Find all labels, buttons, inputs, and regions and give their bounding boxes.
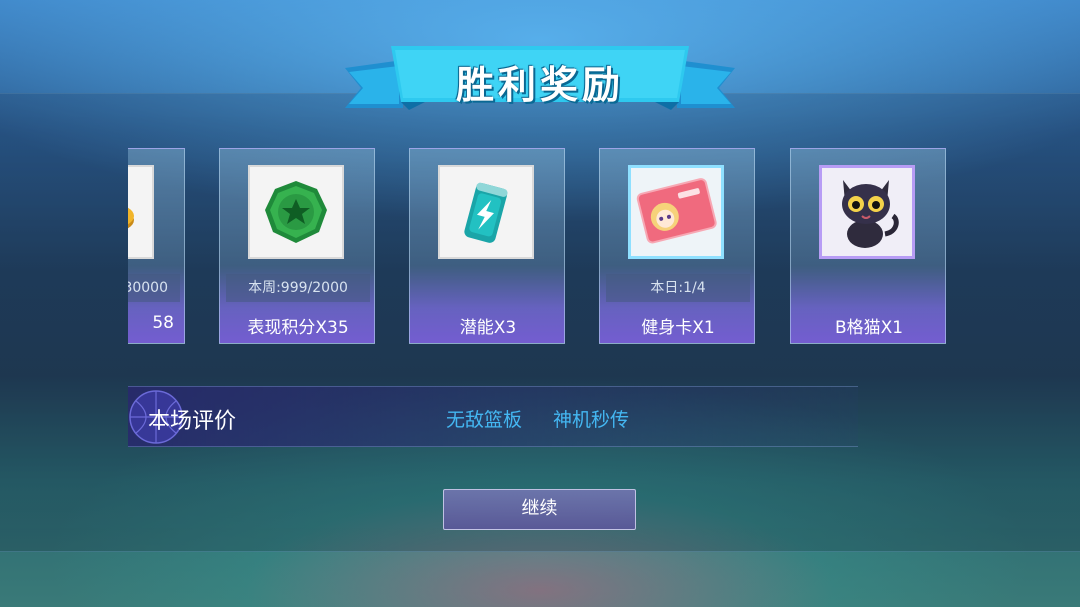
continue-button[interactable]: 继续 (443, 489, 636, 530)
reward-card[interactable]: 30000 58 (128, 148, 185, 344)
reward-slot (628, 165, 724, 259)
reward-slot (819, 165, 915, 259)
reward-card[interactable]: 本周:999/2000 表现积分X35 (219, 148, 375, 344)
reward-slot (248, 165, 344, 259)
black-cat-icon (842, 180, 899, 248)
gold-coin-icon (128, 207, 134, 229)
reward-strip[interactable]: 30000 58 本周:999/2000 表现积分X35 (128, 148, 948, 346)
reward-name: 表现积分X35 (247, 318, 349, 338)
reward-limit: 30000 (128, 274, 180, 302)
reward-name: 健身卡X1 (641, 318, 715, 338)
reward-limit: 本周:999/2000 (226, 274, 370, 302)
page-title: 胜利奖励 (455, 63, 624, 107)
reward-card[interactable]: 潜能X3 (409, 148, 565, 344)
energy-drink-can-icon (464, 182, 508, 243)
reward-slot (438, 165, 534, 259)
reward-name: B格猫X1 (834, 318, 904, 338)
title-banner: 胜利奖励 (345, 42, 735, 114)
green-star-medal-icon (265, 181, 327, 243)
evaluation-label: 本场评价 (148, 409, 237, 434)
evaluation-tag: 神机秒传 (553, 409, 630, 431)
evaluation-bar: 本场评价 无敌篮板 神机秒传 (128, 386, 858, 447)
reward-card[interactable]: 本日:1/4 健身卡X1 (599, 148, 755, 344)
reward-name: 潜能X3 (459, 318, 517, 338)
reward-card[interactable]: B格猫X1 (790, 148, 946, 344)
fitness-card-icon (636, 178, 717, 244)
evaluation-tag: 无敌篮板 (446, 409, 523, 431)
reward-slot (128, 165, 154, 259)
reward-limit: 本日:1/4 (606, 274, 750, 302)
reward-name: 58 (152, 313, 174, 333)
